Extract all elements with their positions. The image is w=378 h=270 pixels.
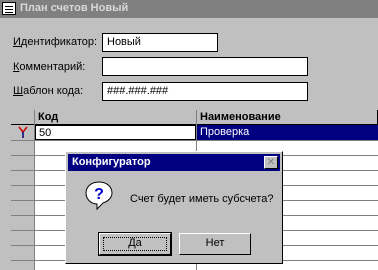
form-icon bbox=[2, 2, 16, 15]
code-template-field[interactable]: ###.###.### bbox=[102, 82, 308, 101]
dialog-message: Счет будет иметь субсчета? bbox=[130, 193, 274, 205]
comment-label: Комментарий: bbox=[13, 61, 86, 73]
table-cell-name[interactable]: Проверка bbox=[197, 125, 378, 140]
confirm-dialog: Конфигуратор ✕ ? Счет будет иметь субсче… bbox=[65, 151, 283, 264]
dialog-title: Конфигуратор bbox=[72, 156, 151, 168]
column-header-code[interactable]: Код bbox=[35, 110, 197, 125]
dialog-titlebar[interactable]: Конфигуратор ✕ bbox=[68, 154, 280, 171]
no-button[interactable]: Нет bbox=[179, 233, 251, 255]
code-template-label: Шаблон кода: bbox=[13, 85, 84, 97]
window-title: План счетов Новый bbox=[20, 2, 129, 14]
grid-corner bbox=[11, 110, 35, 125]
identifier-label: Идентификатор: bbox=[13, 36, 98, 48]
close-button[interactable]: ✕ bbox=[264, 156, 278, 169]
yes-button[interactable]: Да bbox=[98, 232, 172, 256]
table-cell-code[interactable]: 50 bbox=[35, 125, 196, 140]
edit-marker-icon bbox=[16, 125, 32, 140]
column-header-name[interactable]: Наименование bbox=[197, 110, 378, 125]
svg-text:?: ? bbox=[94, 186, 104, 203]
main-window: План счетов Новый Идентификатор: Новый К… bbox=[0, 0, 378, 270]
identifier-field[interactable]: Новый bbox=[102, 33, 218, 52]
window-titlebar[interactable]: План счетов Новый bbox=[0, 0, 378, 18]
no-button-label: Нет bbox=[205, 237, 225, 249]
comment-field[interactable] bbox=[102, 57, 308, 76]
question-icon: ? bbox=[85, 181, 113, 214]
